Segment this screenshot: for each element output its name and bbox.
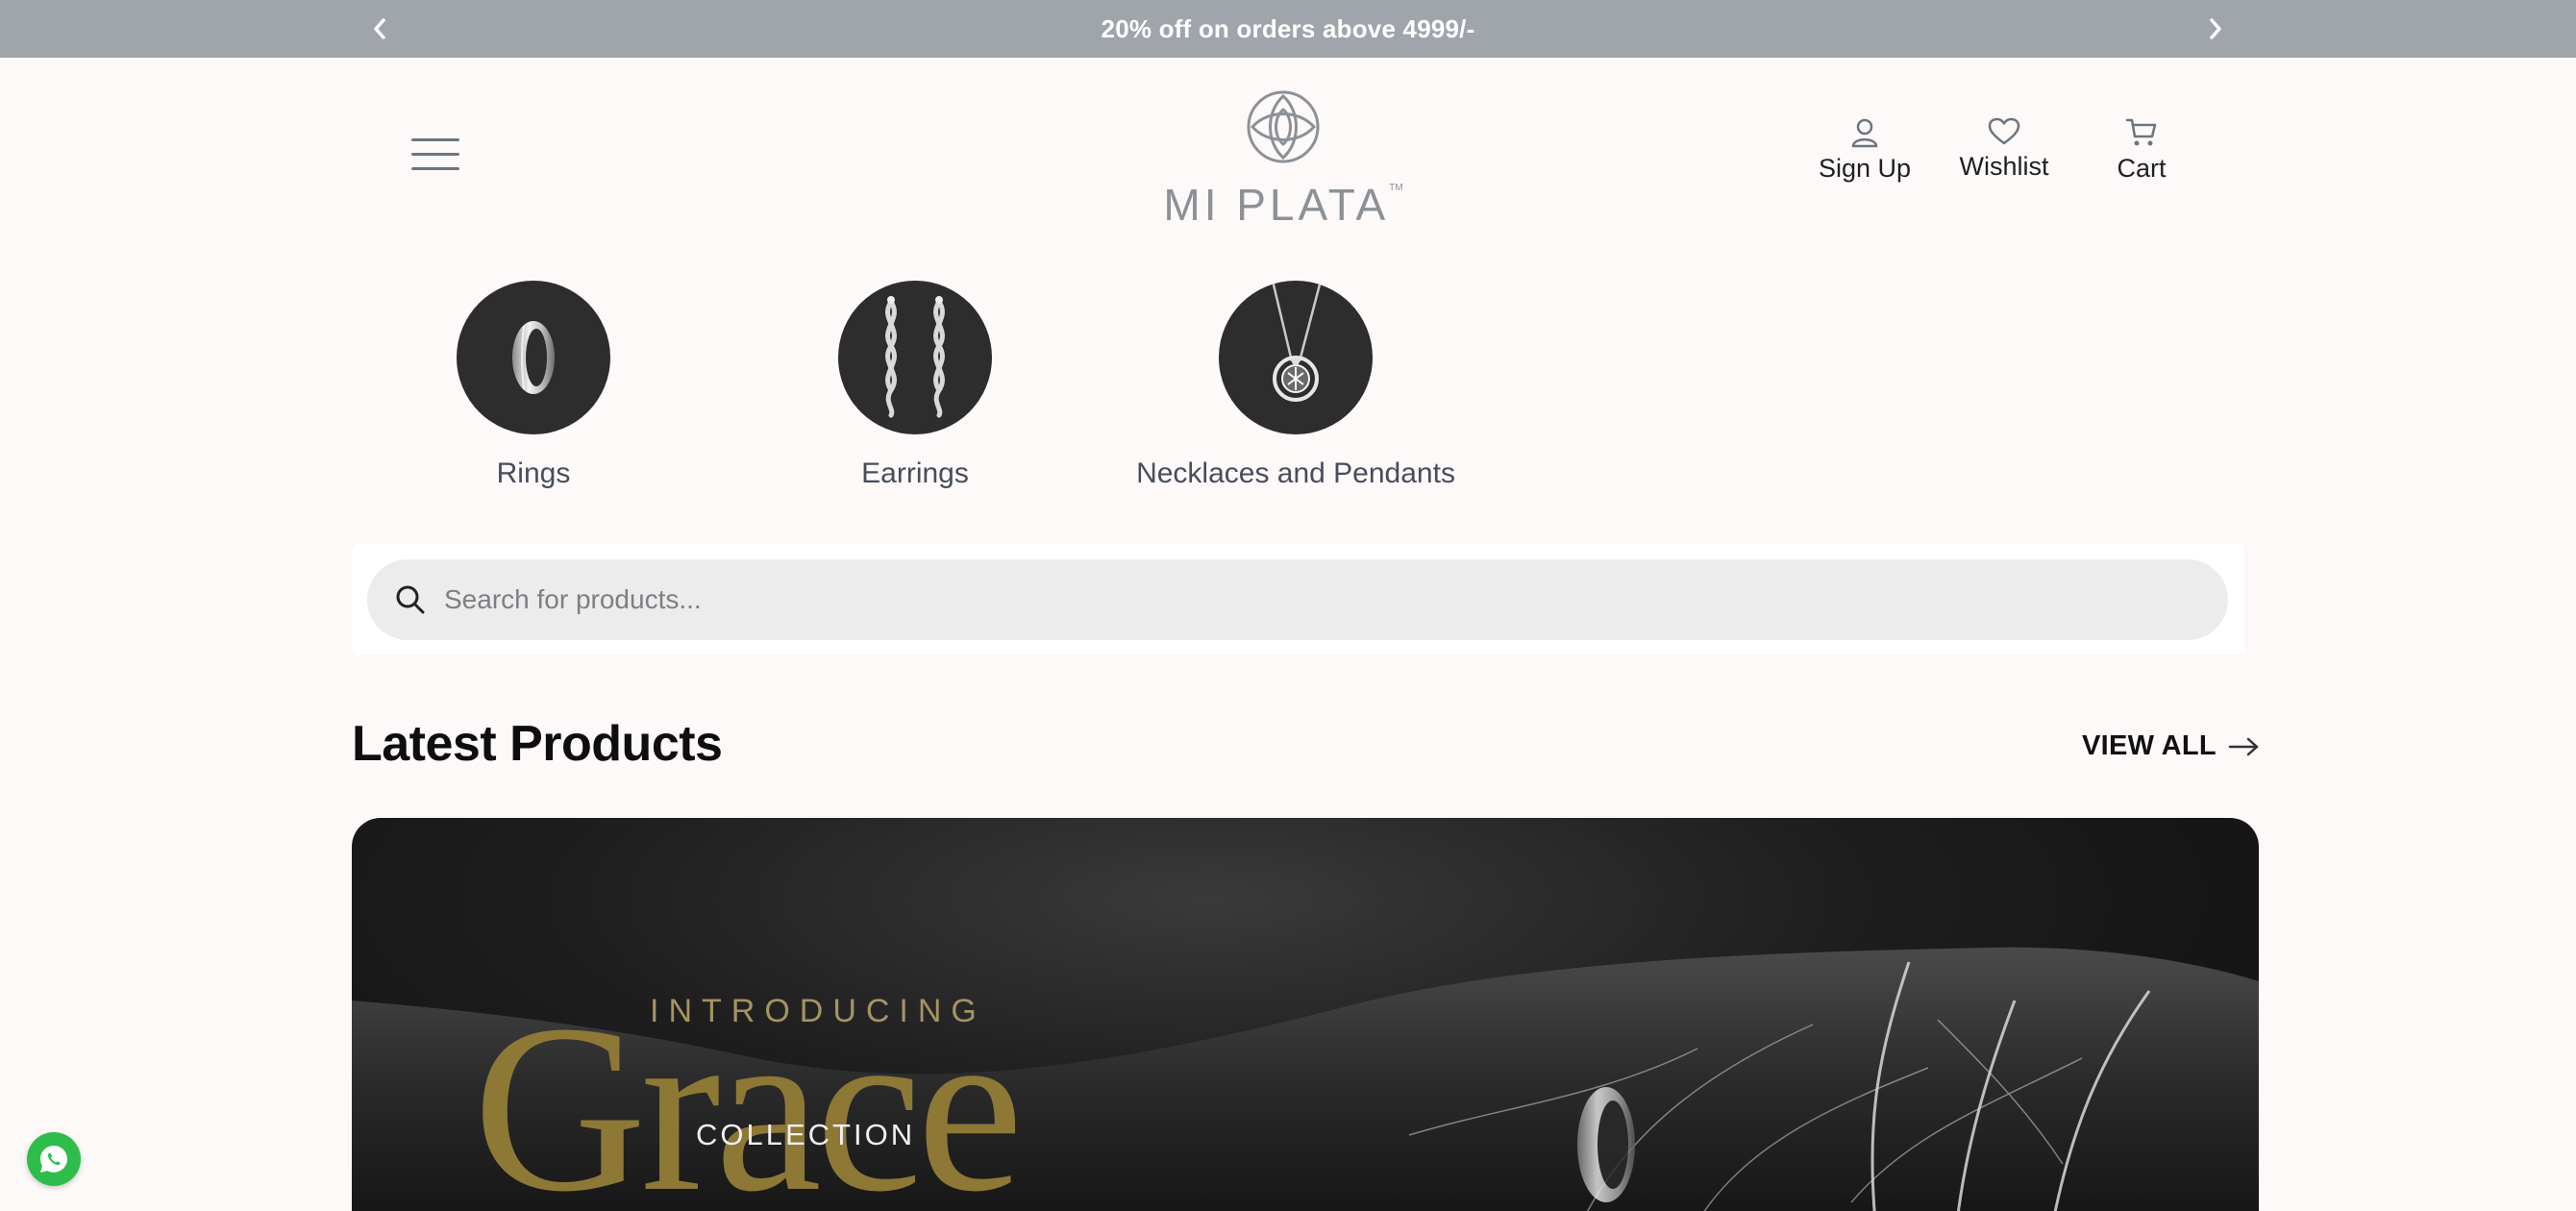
category-earrings[interactable]: Earrings <box>713 281 1117 490</box>
latest-products-heading: Latest Products <box>352 716 723 772</box>
earrings-icon <box>885 296 945 418</box>
category-label: Earrings <box>861 457 969 489</box>
announcement-text: 20% off on orders above 4999/- <box>1101 13 1475 43</box>
chevron-right-icon[interactable] <box>2196 10 2235 48</box>
ring-icon <box>512 321 555 394</box>
banner-intro: INTRODUCING <box>650 993 986 1029</box>
category-thumbnail <box>838 281 992 434</box>
category-label: Rings <box>496 457 571 489</box>
cart-label: Cart <box>2117 154 2167 183</box>
category-thumbnail <box>1219 281 1373 434</box>
hero-banner[interactable]: Grace INTRODUCING COLLECTION <box>352 818 2259 1211</box>
heart-icon <box>1988 117 2020 145</box>
sign-up-button[interactable]: Sign Up <box>1807 117 1922 194</box>
category-rings[interactable]: Rings <box>332 281 735 490</box>
category-necklaces-and-pendants[interactable]: Necklaces and Pendants <box>1094 281 1498 490</box>
search-bar-container <box>352 544 2243 655</box>
chevron-left-icon[interactable] <box>360 10 399 48</box>
logo-mark-icon <box>1247 90 1320 163</box>
banner-subtitle: COLLECTION <box>696 1118 916 1151</box>
category-label: Necklaces and Pendants <box>1136 457 1455 489</box>
view-all-label: VIEW ALL <box>2082 730 2217 761</box>
sign-up-label: Sign Up <box>1818 154 1912 183</box>
whatsapp-chat-button[interactable] <box>27 1132 81 1186</box>
pendant-icon <box>1271 281 1323 402</box>
cart-icon <box>2125 118 2157 146</box>
whatsapp-icon <box>40 1146 67 1173</box>
cart-button[interactable]: Cart <box>2084 117 2199 194</box>
user-icon <box>1851 118 1878 148</box>
menu-line <box>411 138 459 141</box>
logo-wordmark: MI PLATATM <box>1163 179 1403 231</box>
category-thumbnail <box>457 281 610 434</box>
menu-line <box>411 153 459 156</box>
search-icon <box>396 585 425 614</box>
logo-trademark: TM <box>1389 183 1403 193</box>
arrow-right-icon <box>2228 737 2259 755</box>
wishlist-button[interactable]: Wishlist <box>1946 117 2062 194</box>
brand-logo[interactable]: MI PLATATM <box>1163 83 1403 230</box>
logo-name: MI PLATA <box>1163 180 1390 230</box>
menu-line <box>411 167 459 170</box>
announcement-bar: 20% off on orders above 4999/- <box>0 0 2576 58</box>
view-all-link[interactable]: VIEW ALL <box>2082 730 2261 762</box>
search-input[interactable] <box>444 571 2228 629</box>
search-box[interactable] <box>367 559 2228 640</box>
wishlist-label: Wishlist <box>1959 152 2049 181</box>
hamburger-menu-icon[interactable] <box>411 136 459 173</box>
